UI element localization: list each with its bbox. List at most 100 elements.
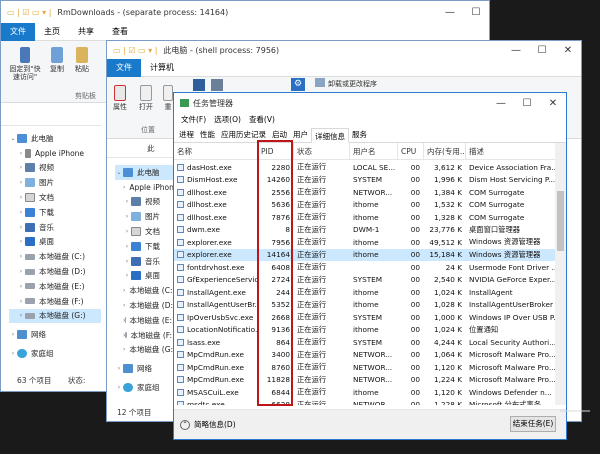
cell-user: LOCAL SE... bbox=[350, 163, 398, 172]
nav-network[interactable]: › 网络 bbox=[115, 361, 175, 376]
nav-drive-f[interactable]: › 本地磁盘 (F:) bbox=[9, 294, 101, 309]
nav-pictures[interactable]: › 图片 bbox=[115, 209, 175, 224]
nav-apple-iphone[interactable]: › Apple iPhone bbox=[9, 146, 101, 161]
nav-pictures[interactable]: › 图片 bbox=[9, 175, 101, 190]
homegroup-icon bbox=[123, 383, 133, 393]
nav-apple-iphone[interactable]: › Apple iPhone bbox=[115, 180, 178, 195]
cell-cpu: 00 bbox=[398, 225, 424, 234]
table-row[interactable]: MpCmdRun.exe 3400 正在运行 NETWOR... 00 1,064 K Mi… bbox=[174, 349, 556, 362]
nav-music[interactable]: › 音乐 bbox=[9, 220, 101, 235]
minimize-button[interactable]: — bbox=[437, 1, 463, 23]
nav-homegroup[interactable]: › 家庭组 bbox=[115, 380, 175, 395]
nav-label: 本地磁盘 (G:) bbox=[39, 311, 86, 321]
table-row[interactable]: msdtc.exe 6628 正在运行 NETWOR... 00 1,228 K Micro… bbox=[174, 399, 556, 405]
nav-drive-f[interactable]: › 本地磁盘 (F:) bbox=[115, 328, 175, 343]
column-name[interactable]: 名称 bbox=[174, 143, 258, 160]
window-titlebar[interactable]: 任务管理器 — ☐ ✕ bbox=[174, 93, 566, 113]
nav-drive-c[interactable]: › 本地磁盘 (C:) bbox=[115, 283, 175, 298]
task-manager-window[interactable]: 任务管理器 — ☐ ✕ 文件(F) 选项(O) 查看(V) 进程 性能 应用历史… bbox=[173, 92, 567, 440]
window-titlebar[interactable]: ▭ | ☑ ▭ ▾ | RmDownloads - (separate proc… bbox=[1, 1, 489, 23]
table-row[interactable]: lsass.exe 864 正在运行 SYSTEM 00 4,244 K Local Sec… bbox=[174, 336, 556, 349]
nav-videos[interactable]: › 视频 bbox=[115, 195, 175, 210]
window-titlebar[interactable]: ▭ | ☑ ▭ ▾ | 此电脑 - (shell process: 7956) … bbox=[107, 41, 581, 59]
settings-icon[interactable]: ⚙ bbox=[291, 78, 305, 91]
cell-text: Microsoft Malware Pro... bbox=[469, 350, 556, 360]
nav-documents[interactable]: › 文档 bbox=[115, 224, 175, 239]
close-button[interactable]: ✕ bbox=[555, 41, 581, 59]
nav-desktop[interactable]: › 桌面 bbox=[115, 269, 175, 284]
column-memory[interactable]: 内存(专用... bbox=[424, 143, 466, 160]
tab-details[interactable]: 详细信息 bbox=[311, 128, 349, 143]
open-button[interactable]: 打开 bbox=[135, 85, 157, 111]
table-row[interactable]: fontdrvhost.exe 6408 正在运行 00 24 K Usermode Fo… bbox=[174, 261, 556, 274]
table-row[interactable]: MSASCuiL.exe 6844 正在运行 ithome 00 1,120 K Windo… bbox=[174, 386, 556, 399]
nav-desktop[interactable]: › 桌面 bbox=[9, 235, 101, 250]
table-row[interactable]: dasHost.exe 2280 正在运行 LOCAL SE... 00 3,612 KD… bbox=[174, 161, 556, 174]
uninstall-programs-button[interactable]: 卸载或更改程序 bbox=[315, 78, 377, 91]
nav-network[interactable]: › 网络 bbox=[9, 327, 101, 342]
table-row[interactable]: dwm.exe 8 正在运行 DWM-1 00 23,776 K 桌面窗口管理器 bbox=[174, 224, 556, 237]
nav-drive-d[interactable]: › 本地磁盘 (D:) bbox=[9, 264, 101, 279]
table-row[interactable]: dllhost.exe 5636 正在运行 ithome 00 1,532 K COM Su… bbox=[174, 199, 556, 212]
tab-share[interactable]: 共享 bbox=[69, 23, 103, 41]
column-cpu[interactable]: CPU bbox=[398, 143, 424, 160]
properties-button[interactable]: 属性 bbox=[109, 85, 131, 111]
tab-services[interactable]: 服务 bbox=[349, 127, 370, 142]
cell-desc: COM Surrogate bbox=[466, 200, 556, 209]
tab-users[interactable]: 用户 bbox=[290, 127, 311, 142]
paste-button[interactable]: 粘贴 bbox=[71, 47, 93, 73]
table-row[interactable]: LocationNotificatio... 9136 正在运行 ithome 00 1,… bbox=[174, 324, 556, 337]
table-row[interactable]: dllhost.exe 2556 正在运行 NETWOR... 00 1,384 K COM… bbox=[174, 186, 556, 199]
nav-this-pc[interactable]: ⌄ 此电脑 bbox=[115, 165, 175, 180]
nav-homegroup[interactable]: › 家庭组 bbox=[9, 346, 101, 361]
maximize-button[interactable]: ☐ bbox=[529, 41, 555, 59]
nav-drive-g[interactable]: › 本地磁盘 (G:) bbox=[115, 343, 176, 358]
breadcrumb[interactable]: 此 bbox=[147, 143, 155, 154]
menu-options[interactable]: 选项(O) bbox=[210, 114, 245, 125]
table-row[interactable]: GfExperienceServic... 2724 正在运行 SYSTEM 00 2,5… bbox=[174, 274, 556, 287]
tab-view[interactable]: 查看 bbox=[103, 23, 137, 41]
nav-drive-c[interactable]: › 本地磁盘 (C:) bbox=[9, 249, 101, 264]
menu-view[interactable]: 查看(V) bbox=[245, 114, 279, 125]
nav-this-pc[interactable]: ⌄ 此电脑 bbox=[9, 131, 101, 146]
close-button[interactable]: ✕ bbox=[540, 93, 566, 113]
tab-home[interactable]: 主页 bbox=[35, 23, 69, 41]
end-task-button[interactable]: 结束任务(E) bbox=[510, 416, 556, 432]
column-status[interactable]: 状态 bbox=[294, 143, 350, 160]
table-row[interactable]: InstallAgent.exe 244 正在运行 ithome 00 1,024 K In… bbox=[174, 286, 556, 299]
column-username[interactable]: 用户名 bbox=[350, 143, 398, 160]
nav-music[interactable]: › 音乐 bbox=[115, 254, 175, 269]
vertical-scrollbar[interactable] bbox=[555, 143, 566, 405]
table-row[interactable]: explorer.exe 14164 正在运行 ithome 00 15,184 K Win… bbox=[174, 248, 556, 261]
nav-videos[interactable]: › 视频 bbox=[9, 161, 101, 176]
table-row[interactable]: MpCmdRun.exe 11828 正在运行 NETWOR... 00 1,224 KM… bbox=[174, 374, 556, 387]
table-row[interactable]: dllhost.exe 7876 正在运行 ithome 00 1,328 K COM Su… bbox=[174, 211, 556, 224]
tab-file[interactable]: 文件 bbox=[107, 58, 141, 77]
tab-file[interactable]: 文件 bbox=[1, 22, 35, 41]
menu-file[interactable]: 文件(F) bbox=[177, 114, 210, 125]
nav-drive-d[interactable]: › 本地磁盘 (D:) bbox=[115, 298, 176, 313]
maximize-button[interactable]: ☐ bbox=[514, 93, 540, 113]
minimize-button[interactable]: — bbox=[488, 93, 514, 113]
pin-quick-access-button[interactable]: 固定到"快 速访问" bbox=[5, 47, 45, 81]
nav-drive-e[interactable]: › 本地磁盘 (E:) bbox=[9, 279, 101, 294]
column-description[interactable]: 描述 bbox=[466, 143, 556, 160]
maximize-button[interactable]: ☐ bbox=[463, 1, 489, 23]
nav-drive-g[interactable]: › 本地磁盘 (G:) bbox=[9, 308, 101, 324]
table-row[interactable]: DismHost.exe 14260 正在运行 SYSTEM 00 1,996 K Dism… bbox=[174, 174, 556, 187]
nav-downloads[interactable]: › 下载 bbox=[115, 239, 175, 254]
fewer-details-button[interactable]: ⌃ 简略信息(D) bbox=[180, 419, 236, 430]
tab-processes[interactable]: 进程 bbox=[176, 127, 197, 142]
tab-computer[interactable]: 计算机 bbox=[141, 59, 183, 77]
tab-performance[interactable]: 性能 bbox=[197, 127, 218, 142]
table-row[interactable]: explorer.exe 7956 正在运行 ithome 00 49,512 K Wind… bbox=[174, 236, 556, 249]
scrollbar-thumb[interactable] bbox=[557, 191, 564, 251]
table-row[interactable]: MpCmdRun.exe 8760 正在运行 NETWOR... 00 1,120 K Mi… bbox=[174, 361, 556, 374]
minimize-button[interactable]: — bbox=[503, 41, 529, 59]
table-row[interactable]: InstallAgentUserBr... 5352 正在运行 ithome 00 1,0… bbox=[174, 299, 556, 312]
nav-documents[interactable]: › 文档 bbox=[9, 190, 101, 205]
copy-button[interactable]: 复制 bbox=[47, 47, 67, 73]
nav-drive-e[interactable]: › 本地磁盘 (E:) bbox=[115, 313, 175, 328]
nav-downloads[interactable]: › 下载 bbox=[9, 205, 101, 220]
table-row[interactable]: IpOverUsbSvc.exe 2668 正在运行 SYSTEM 00 1,000 KW… bbox=[174, 311, 556, 324]
